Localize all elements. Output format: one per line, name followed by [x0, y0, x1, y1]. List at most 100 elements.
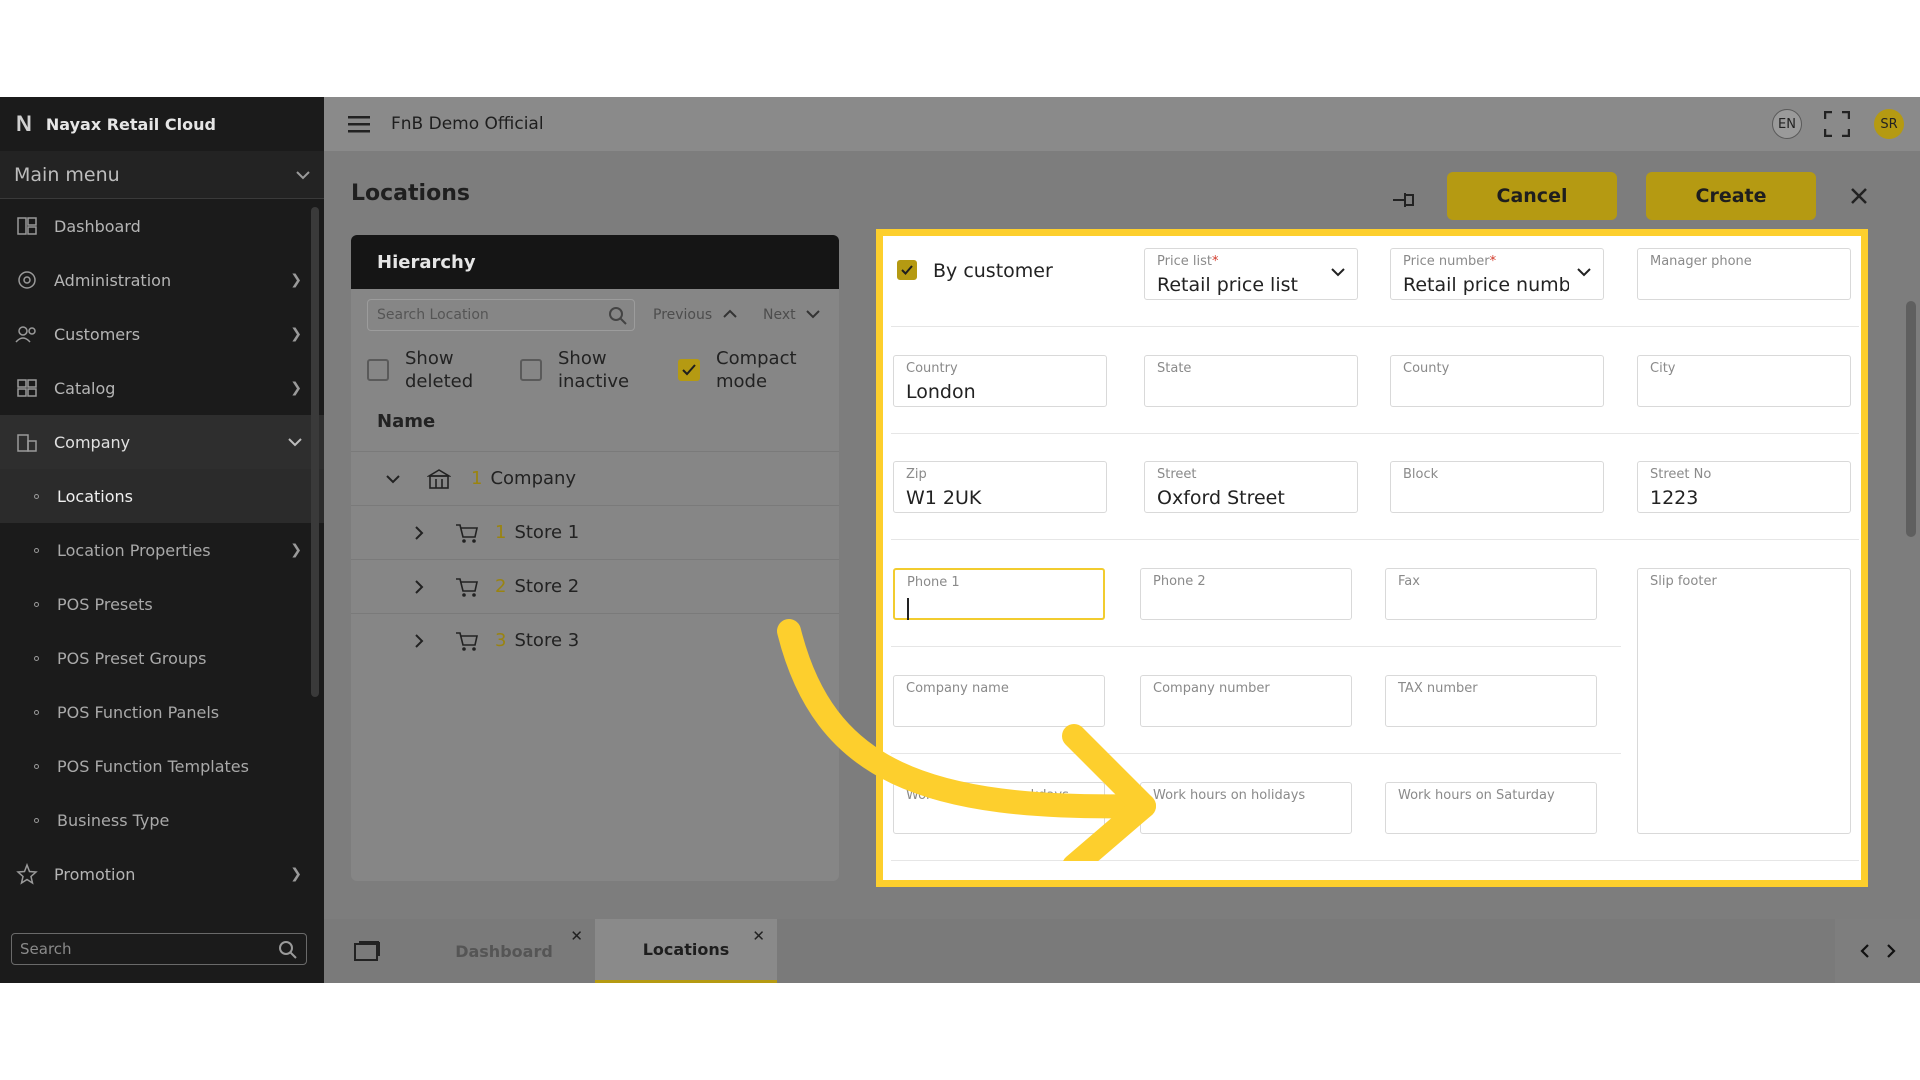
tax-number-label: TAX number: [1398, 681, 1478, 696]
sidebar-subitem-pos-preset-groups[interactable]: POS Preset Groups: [0, 631, 324, 685]
county-field[interactable]: County: [1390, 355, 1604, 407]
price-list-select[interactable]: Price list* Retail price list: [1144, 248, 1358, 300]
close-icon[interactable]: [1850, 187, 1868, 205]
bullet-icon: [34, 817, 39, 823]
bullet-icon: [34, 547, 39, 553]
tutorial-arrow-icon: [777, 619, 1156, 861]
price-number-select[interactable]: Price number* Retail price number: [1390, 248, 1604, 300]
sidebar-subitem-label: POS Preset Groups: [57, 648, 207, 668]
star-icon: [14, 863, 40, 885]
sidebar-scrollbar[interactable]: [311, 207, 319, 697]
divider: [891, 326, 1859, 327]
sidebar-search-input[interactable]: Search: [11, 933, 307, 965]
cancel-button[interactable]: Cancel: [1447, 172, 1617, 220]
country-value: London: [906, 381, 976, 403]
main-menu-label: Main menu: [14, 163, 120, 186]
previous-button[interactable]: Previous: [653, 307, 737, 323]
language-selector[interactable]: EN: [1772, 109, 1802, 139]
street-no-value: 1223: [1650, 487, 1699, 509]
phone-2-field[interactable]: Phone 2: [1140, 568, 1352, 620]
avatar[interactable]: SR: [1874, 109, 1904, 139]
building-icon: [14, 431, 40, 453]
sidebar-item-catalog[interactable]: Catalog ❯: [0, 361, 324, 415]
block-field[interactable]: Block: [1390, 461, 1604, 513]
sidebar-subitem-business-type[interactable]: Business Type: [0, 793, 324, 847]
city-field[interactable]: City: [1637, 355, 1851, 407]
company-number-label: Company number: [1153, 681, 1270, 696]
sidebar-subitem-location-properties[interactable]: Location Properties ❯: [0, 523, 324, 577]
street-field[interactable]: Street Oxford Street: [1144, 461, 1358, 513]
pin-icon[interactable]: [1391, 189, 1417, 211]
chevron-left-icon[interactable]: [1859, 943, 1871, 959]
zip-value: W1 2UK: [906, 487, 982, 509]
state-field[interactable]: State: [1144, 355, 1358, 407]
fax-field[interactable]: Fax: [1385, 568, 1597, 620]
next-button[interactable]: Next: [763, 307, 820, 323]
hamburger-menu-icon[interactable]: [348, 116, 370, 133]
show-deleted-checkbox[interactable]: [367, 359, 389, 381]
manager-phone-label: Manager phone: [1650, 254, 1752, 269]
phone-2-label: Phone 2: [1153, 574, 1206, 589]
chevron-right-icon[interactable]: [413, 633, 425, 649]
search-location-input[interactable]: Search Location: [367, 299, 635, 331]
zip-field[interactable]: Zip W1 2UK: [893, 461, 1107, 513]
sidebar-subitem-pos-function-templates[interactable]: POS Function Templates: [0, 739, 324, 793]
tree-row-company[interactable]: 1 Company: [351, 451, 839, 505]
work-hours-saturday-field[interactable]: Work hours on Saturday: [1385, 782, 1597, 834]
slip-footer-textarea[interactable]: Slip footer: [1637, 568, 1851, 834]
tree-row-store-1[interactable]: 1 Store 1: [351, 505, 839, 559]
fax-label: Fax: [1398, 574, 1420, 589]
show-inactive-label: Show inactive: [558, 348, 630, 392]
street-no-field[interactable]: Street No 1223: [1637, 461, 1851, 513]
company-number-field[interactable]: Company number: [1140, 675, 1352, 727]
sidebar-subitem-label: POS Function Templates: [57, 756, 249, 776]
sidebar-item-label: Administration: [54, 270, 172, 290]
create-button[interactable]: Create: [1646, 172, 1816, 220]
chevron-down-icon[interactable]: [385, 473, 401, 485]
sidebar-item-customers[interactable]: Customers ❯: [0, 307, 324, 361]
fullscreen-icon[interactable]: [1824, 111, 1850, 137]
sidebar-subitem-locations[interactable]: Locations: [0, 469, 324, 523]
users-icon: [14, 323, 40, 345]
work-hours-holidays-field[interactable]: Work hours on holidays: [1140, 782, 1352, 834]
sidebar-subitem-pos-function-panels[interactable]: POS Function Panels: [0, 685, 324, 739]
tab-dashboard[interactable]: Dashboard ✕: [413, 919, 595, 983]
cart-icon: [456, 523, 478, 543]
tree-row-store-2[interactable]: 2 Store 2: [351, 559, 839, 613]
phone-1-label: Phone 1: [907, 575, 960, 590]
next-label: Next: [763, 307, 796, 323]
compact-mode-checkbox[interactable]: [678, 359, 700, 381]
page-title: Locations: [351, 181, 470, 206]
close-tab-icon[interactable]: ✕: [570, 927, 583, 945]
chevron-right-icon: ❯: [290, 542, 302, 558]
sidebar-item-company[interactable]: Company: [0, 415, 324, 469]
work-hours-saturday-label: Work hours on Saturday: [1398, 788, 1555, 803]
sidebar-item-dashboard[interactable]: Dashboard: [0, 199, 324, 253]
sidebar-item-label: Company: [54, 432, 131, 452]
sidebar-subitem-pos-presets[interactable]: POS Presets: [0, 577, 324, 631]
tax-number-field[interactable]: TAX number: [1385, 675, 1597, 727]
previous-label: Previous: [653, 307, 713, 323]
show-inactive-checkbox[interactable]: [520, 359, 542, 381]
tab-locations[interactable]: Locations ✕: [595, 919, 777, 983]
sidebar-item-label: Promotion: [54, 864, 136, 884]
slip-footer-label: Slip footer: [1650, 574, 1717, 589]
by-customer-checkbox[interactable]: [897, 260, 917, 280]
chevron-right-icon[interactable]: [1885, 943, 1897, 959]
tree-row-number: 1: [471, 468, 483, 489]
chevron-down-icon: [296, 170, 310, 179]
windows-icon[interactable]: [354, 941, 380, 961]
search-icon: [279, 941, 297, 959]
close-tab-icon[interactable]: ✕: [752, 927, 765, 945]
main-scrollbar[interactable]: [1906, 301, 1916, 537]
chevron-right-icon: ❯: [290, 866, 302, 882]
country-field[interactable]: Country London: [893, 355, 1107, 407]
main-menu-toggle[interactable]: Main menu: [0, 151, 324, 199]
sidebar-item-administration[interactable]: Administration ❯: [0, 253, 324, 307]
chevron-right-icon[interactable]: [413, 579, 425, 595]
app-window: N Nayax Retail Cloud Main menu Dashboard…: [0, 97, 1920, 983]
country-label: Country: [906, 361, 958, 376]
manager-phone-field[interactable]: Manager phone: [1637, 248, 1851, 300]
chevron-right-icon[interactable]: [413, 525, 425, 541]
sidebar-item-promotion[interactable]: Promotion ❯: [0, 847, 324, 901]
